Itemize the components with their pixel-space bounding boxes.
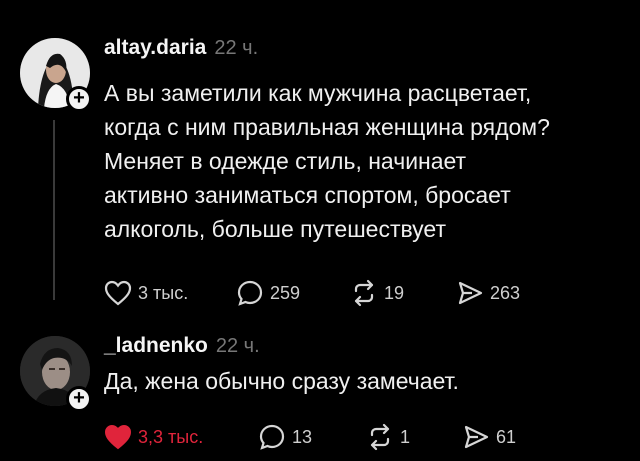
speech-bubble-icon <box>237 280 263 306</box>
send-icon <box>458 281 483 305</box>
post-2-avatar-wrap[interactable]: + <box>20 336 92 412</box>
share-count: 263 <box>490 282 521 303</box>
heart-icon <box>104 280 132 306</box>
plus-icon: + <box>73 87 85 109</box>
post-2-header: _ladnenko 22 ч. <box>104 334 260 358</box>
like-count: 3 тыс. <box>138 282 189 303</box>
repost-count: 19 <box>384 282 405 303</box>
follow-plus-button[interactable]: + <box>66 86 92 112</box>
post-1-actions: 3 тыс. 259 19 263 <box>104 278 564 308</box>
like-count: 3,3 тыс. <box>138 426 204 447</box>
username-link[interactable]: _ladnenko <box>104 334 208 357</box>
heart-icon <box>104 424 132 450</box>
repost-count: 1 <box>400 426 411 447</box>
post-1-avatar-wrap[interactable]: + <box>20 38 92 112</box>
comment-count: 13 <box>292 426 313 447</box>
like-button[interactable]: 3 тыс. <box>104 278 188 308</box>
comment-button[interactable]: 13 <box>258 422 312 452</box>
speech-bubble-icon <box>259 424 285 450</box>
comment-count: 259 <box>270 282 301 303</box>
username-link[interactable]: altay.daria <box>104 36 206 59</box>
comment-button[interactable]: 259 <box>236 278 300 308</box>
post-time: 22 ч. <box>214 37 259 59</box>
post-text: Да, жена обычно сразу замечает. <box>104 368 459 394</box>
repost-icon <box>370 423 390 451</box>
post-time: 22 ч. <box>215 335 260 357</box>
post-text: А вы заметили как мужчина расцветает, ко… <box>104 80 550 242</box>
repost-button[interactable]: 19 <box>350 278 404 308</box>
like-button[interactable]: 3,3 тыс. <box>104 422 203 452</box>
plus-icon: + <box>73 387 85 409</box>
repost-icon <box>354 279 374 307</box>
share-count: 61 <box>496 426 517 447</box>
follow-plus-button[interactable]: + <box>66 386 92 412</box>
repost-button[interactable]: 1 <box>366 422 410 452</box>
share-button[interactable]: 61 <box>462 422 516 452</box>
post-1-header: altay.daria 22 ч. <box>104 36 258 60</box>
send-icon <box>464 425 489 449</box>
thread-line <box>53 120 55 300</box>
post-2-actions: 3,3 тыс. 13 1 61 <box>104 422 564 452</box>
share-button[interactable]: 263 <box>456 278 520 308</box>
